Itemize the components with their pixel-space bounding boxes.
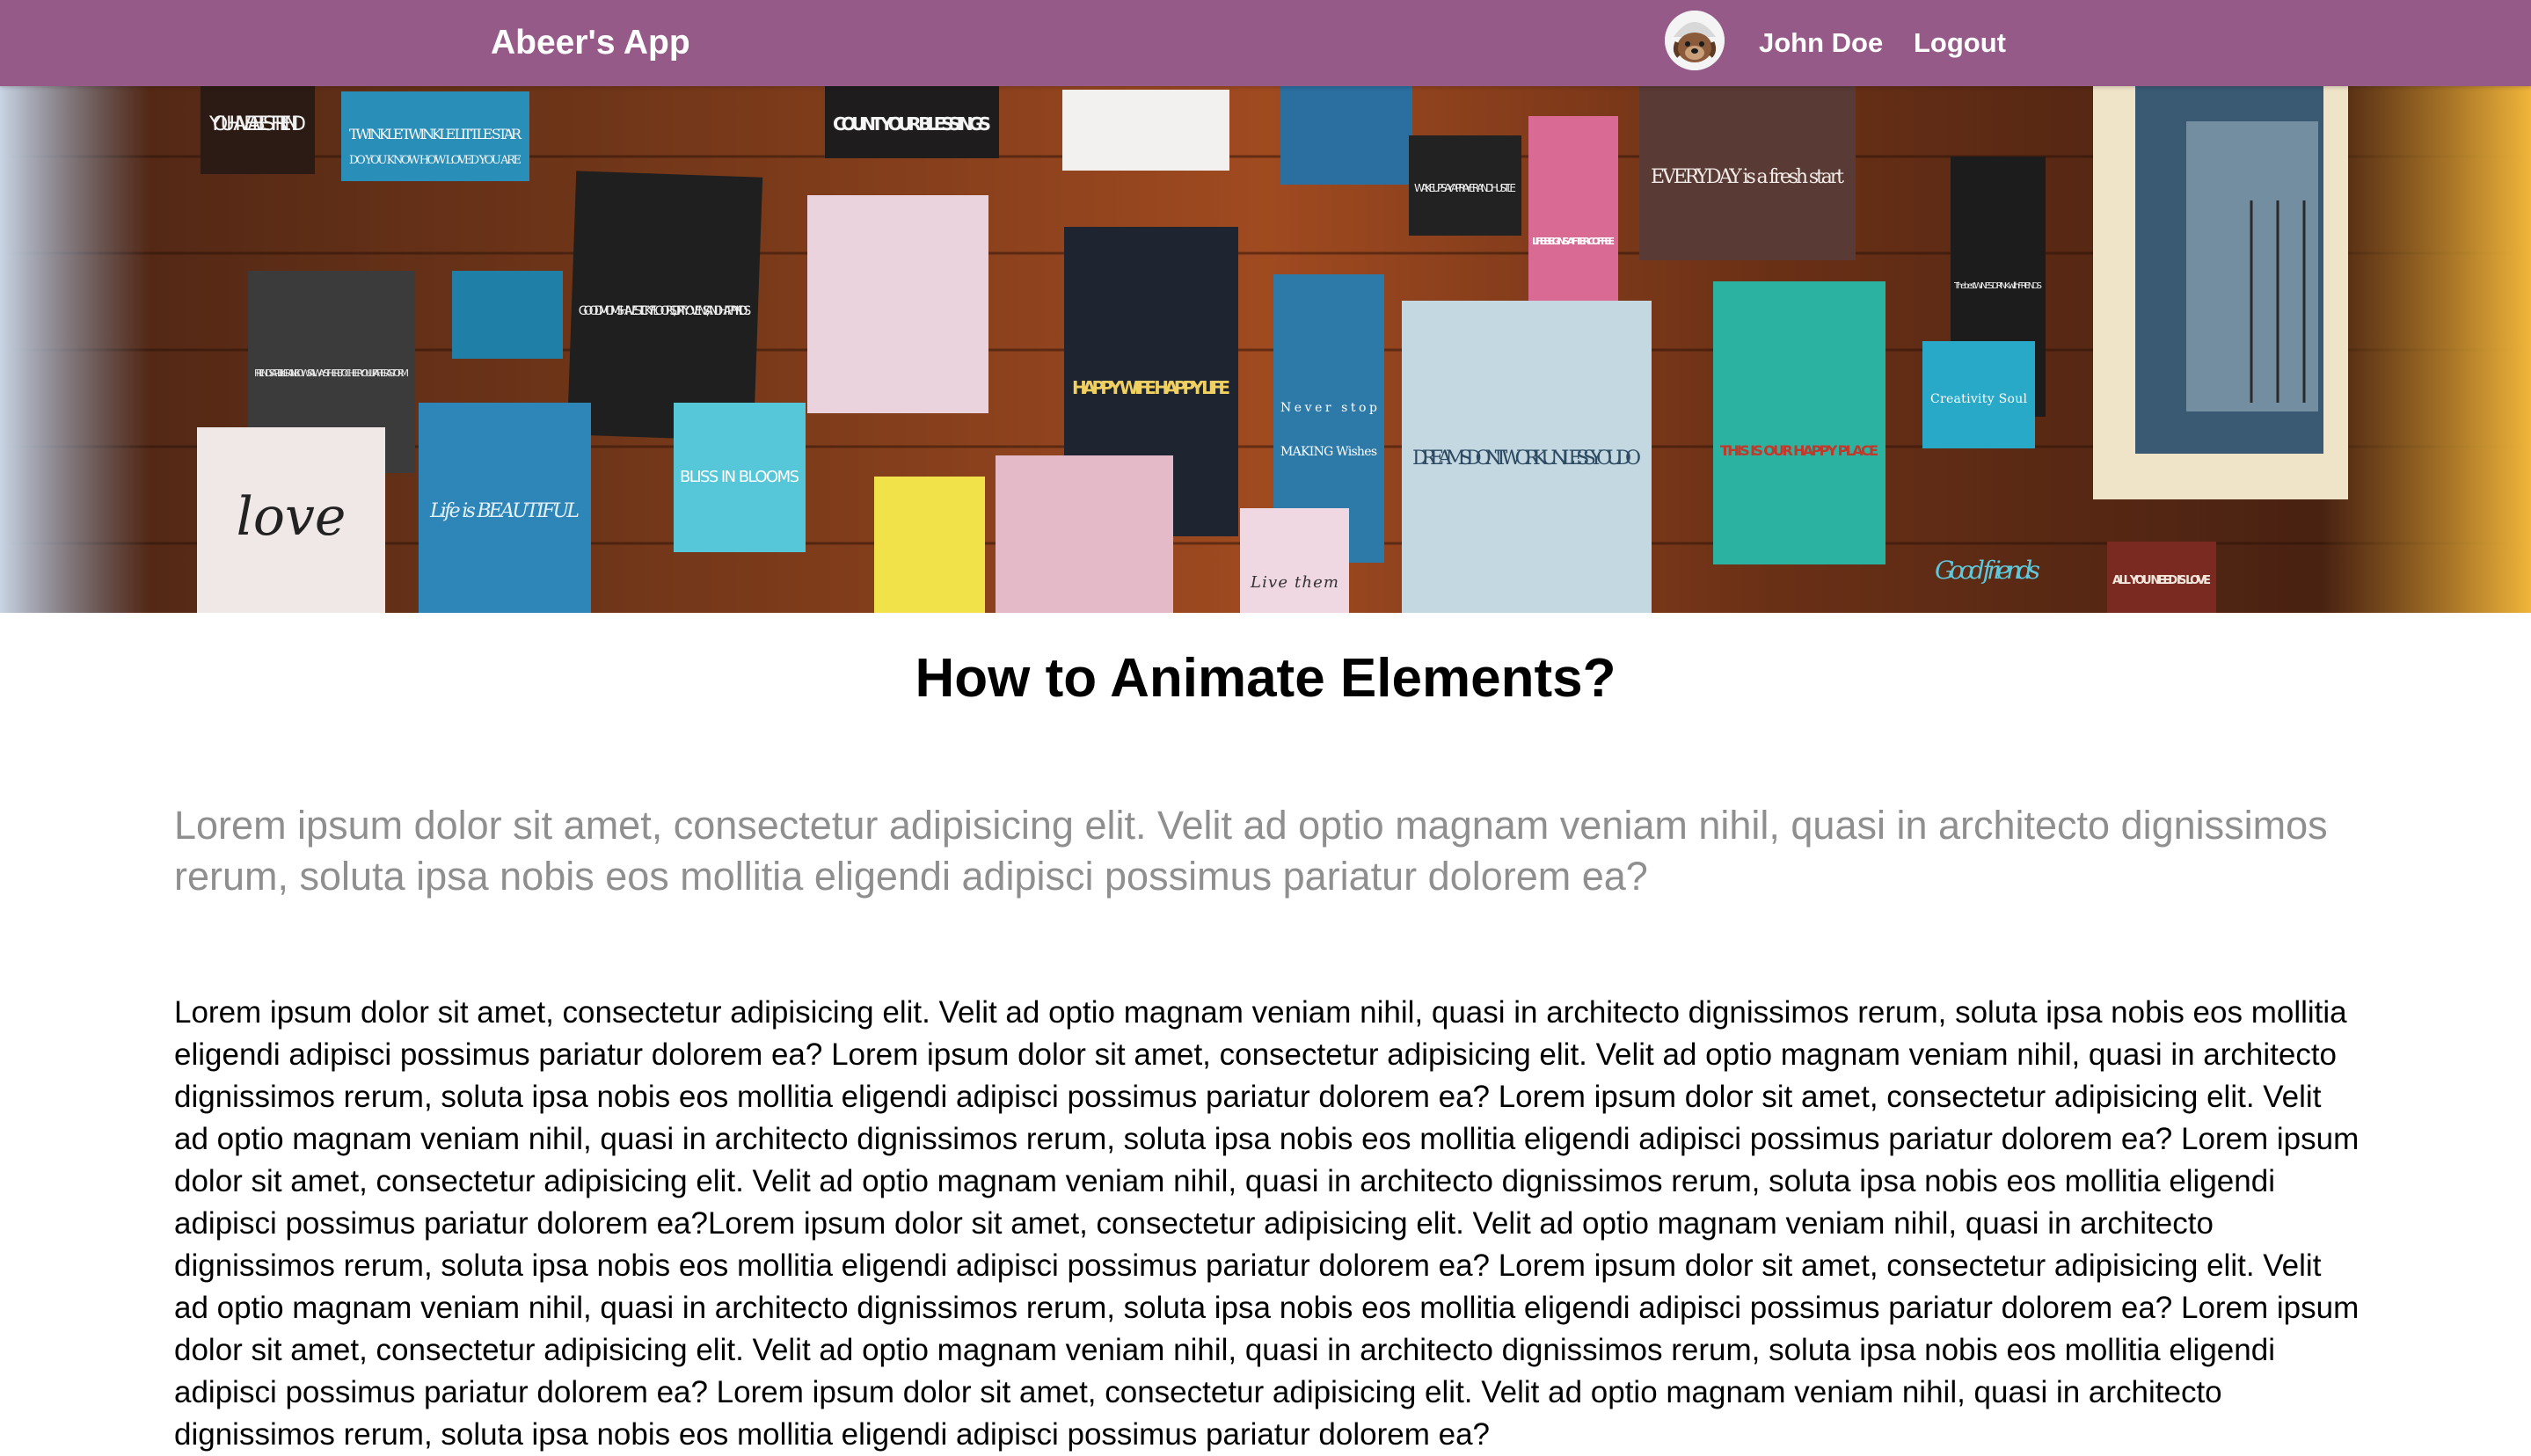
hero-sign: Life is BEAUTIFUL bbox=[419, 403, 591, 613]
svg-text:The best WINES DRINK with FRIE: The best WINES DRINK with FRIENDS bbox=[1953, 281, 2042, 291]
svg-text:love: love bbox=[237, 486, 346, 548]
hero-sign: Never stop bbox=[1280, 401, 1377, 415]
svg-text:GOOD MOMS HAVE STICKY FLOORS,: GOOD MOMS HAVE STICKY FLOORS, DIRTY OVEN… bbox=[579, 304, 752, 318]
navbar: Abeer's App John Doe Logout bbox=[0, 0, 2531, 86]
article-lead: Lorem ipsum dolor sit amet, consectetur … bbox=[174, 803, 2328, 899]
dog-avatar-icon bbox=[1665, 11, 1725, 70]
svg-text:EVERYDAY is a fresh start: EVERYDAY is a fresh start bbox=[1651, 166, 1844, 188]
logout-link[interactable]: Logout bbox=[1914, 0, 2006, 86]
hero-sign: GOOD MOMS HAVE STICKY FLOORS, DIRTY OVEN… bbox=[566, 171, 763, 441]
svg-text:COUNT YOUR BLESSINGS: COUNT YOUR BLESSINGS bbox=[833, 113, 991, 135]
hero-banner-image: YOU HAVE A BEST FRIEND TWINKLE TWINKLE L… bbox=[0, 86, 2531, 613]
svg-text:ALL YOU NEED IS LOVE: ALL YOU NEED IS LOVE bbox=[2112, 574, 2211, 587]
svg-text:THIS IS OUR HAPPY PLACE: THIS IS OUR HAPPY PLACE bbox=[1720, 442, 1878, 459]
svg-text:DREAMS DON'T WORK UNLESS YOU D: DREAMS DON'T WORK UNLESS YOU DO bbox=[1412, 448, 1641, 470]
svg-text:DO YOU KNOW HOW LOVED YOU ARE: DO YOU KNOW HOW LOVED YOU ARE bbox=[349, 154, 522, 167]
svg-text:YOU HAVE A BEST FRIEND: YOU HAVE A BEST FRIEND bbox=[208, 113, 306, 135]
svg-text:Creativity Soul: Creativity Soul bbox=[1930, 392, 2028, 406]
svg-text:TWINKLE TWINKLE LITTLE STAR: TWINKLE TWINKLE LITTLE STAR bbox=[349, 126, 522, 142]
hero-sign: Creativity Soul bbox=[1922, 341, 2035, 448]
svg-text:FRIENDS ARE LIKE RAINBOWS ALWA: FRIENDS ARE LIKE RAINBOWS ALWAYS THERE T… bbox=[254, 368, 409, 379]
hero-sign: BLISS IN BLOOMS bbox=[674, 403, 806, 552]
brand-link[interactable]: Abeer's App bbox=[491, 0, 690, 86]
svg-text:WAKE UP SAY A PRAYER AND HUSTL: WAKE UP SAY A PRAYER AND HUSTLE bbox=[1414, 182, 1516, 194]
hero-sign: EVERYDAY is a fresh start bbox=[1639, 86, 1856, 260]
article-body: Lorem ipsum dolor sit amet, consectetur … bbox=[174, 995, 2360, 1452]
hero-mirror bbox=[2093, 86, 2348, 499]
hero-sign: YOU HAVE A BEST FRIEND bbox=[201, 86, 315, 174]
article-title: How to Animate Elements? bbox=[915, 648, 1616, 709]
hero-sign: DREAMS DON'T WORK UNLESS YOU DO bbox=[1402, 301, 1652, 613]
hero-sign: ALL YOU NEED IS LOVE bbox=[2107, 542, 2216, 613]
hero-sign: Live them bbox=[1240, 508, 1349, 613]
svg-text:Live them: Live them bbox=[1250, 573, 1338, 592]
hero-sign: MAKING Wishes bbox=[1280, 445, 1377, 459]
hero-sign: love bbox=[197, 427, 385, 613]
svg-text:LIFE BEGINS AFTER COFFEE: LIFE BEGINS AFTER COFFEE bbox=[1532, 236, 1615, 247]
user-avatar[interactable] bbox=[1665, 11, 1725, 70]
user-name-link[interactable]: John Doe bbox=[1759, 0, 1883, 86]
hero-sign: TWINKLE TWINKLE LITTLE STAR DO YOU KNOW … bbox=[341, 91, 529, 181]
hero-sign: Good friends bbox=[1935, 556, 2040, 585]
hero-sign: COUNT YOUR BLESSINGS bbox=[825, 86, 999, 158]
svg-text:BLISS IN BLOOMS: BLISS IN BLOOMS bbox=[680, 468, 799, 486]
svg-text:HAPPY WIFE HAPPY LIFE: HAPPY WIFE HAPPY LIFE bbox=[1072, 377, 1230, 398]
hero-sign: THIS IS OUR HAPPY PLACE bbox=[1713, 281, 1885, 564]
svg-text:Life is BEAUTIFUL: Life is BEAUTIFUL bbox=[429, 500, 580, 522]
